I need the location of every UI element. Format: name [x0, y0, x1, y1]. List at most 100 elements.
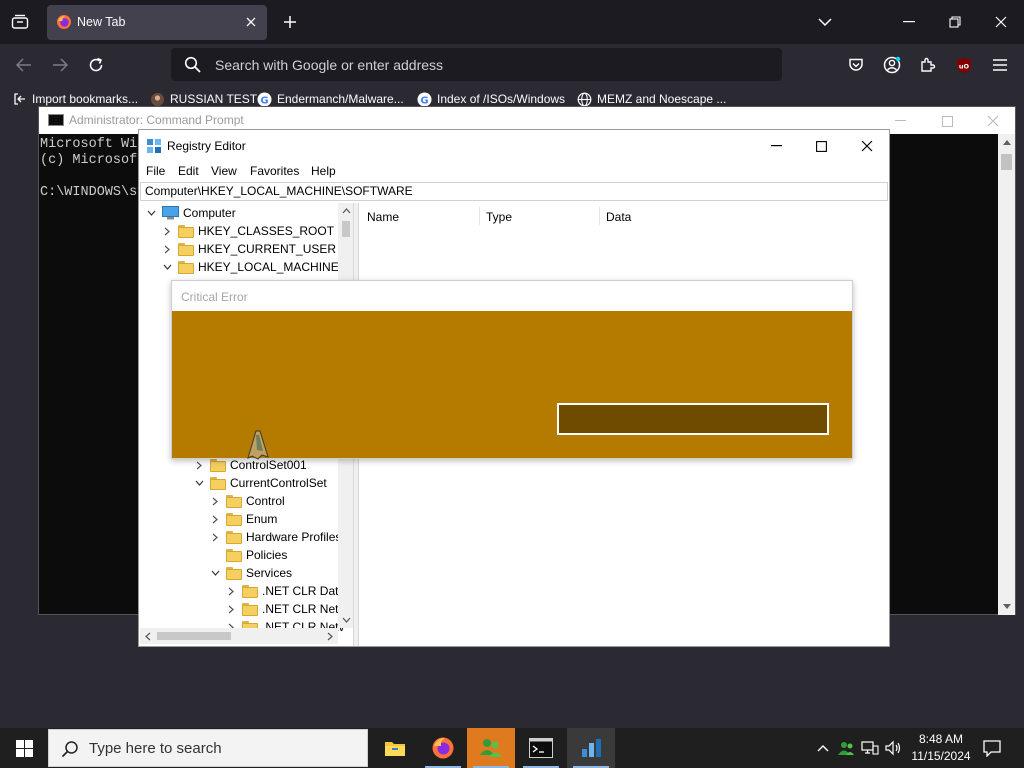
chevron-up-icon — [342, 208, 350, 214]
notifications-button[interactable] — [982, 738, 1002, 758]
taskbar-registry-editor[interactable] — [567, 728, 615, 768]
cmd-minimize-button[interactable] — [891, 112, 909, 130]
tree-item-services[interactable]: Services — [208, 564, 292, 582]
menu-file[interactable]: File — [146, 164, 165, 178]
chevron-down-icon[interactable] — [208, 566, 222, 580]
extensions-button[interactable] — [916, 53, 940, 77]
tree-item-enum[interactable]: Enum — [208, 510, 277, 528]
reload-button[interactable] — [84, 53, 108, 77]
network-button[interactable] — [860, 738, 880, 758]
menu-view[interactable]: View — [211, 164, 237, 178]
chevron-left-icon — [145, 632, 151, 640]
chevron-right-icon[interactable] — [160, 242, 174, 256]
tree-item-control[interactable]: Control — [208, 492, 285, 510]
scroll-right-button[interactable] — [322, 628, 338, 644]
scroll-up-button[interactable] — [998, 134, 1015, 151]
command-prompt-icon — [529, 738, 553, 758]
cmd-maximize-button[interactable] — [938, 112, 956, 130]
forward-button[interactable] — [48, 53, 72, 77]
start-button[interactable] — [0, 728, 48, 768]
account-button[interactable] — [880, 53, 904, 77]
tree-item-hkey-current-user[interactable]: HKEY_CURRENT_USER — [160, 240, 336, 258]
chevron-up-icon — [817, 744, 829, 751]
scroll-down-button[interactable] — [338, 612, 353, 628]
column-header-type[interactable]: Type — [486, 210, 512, 224]
regedit-maximize-button[interactable] — [810, 136, 832, 156]
menu-edit[interactable]: Edit — [178, 164, 199, 178]
taskbar-people[interactable] — [467, 728, 515, 768]
column-header-name[interactable]: Name — [367, 210, 399, 224]
scroll-left-button[interactable] — [140, 628, 156, 644]
tab-close-button[interactable] — [243, 14, 259, 30]
scroll-thumb[interactable] — [342, 221, 350, 237]
address-bar[interactable] — [171, 48, 782, 81]
file-explorer-icon — [385, 742, 405, 756]
column-divider[interactable] — [599, 207, 600, 225]
cmd-close-button[interactable] — [984, 112, 1002, 130]
browser-restore-button[interactable] — [943, 10, 967, 34]
tree-item-hkey-classes-root[interactable]: HKEY_CLASSES_ROOT — [160, 222, 334, 240]
back-button[interactable] — [12, 53, 36, 77]
chevron-right-icon[interactable] — [192, 458, 206, 472]
desktop-background — [0, 700, 1024, 728]
critical-error-button[interactable] — [557, 403, 829, 435]
cmd-scrollbar[interactable] — [998, 134, 1015, 615]
tree-item-computer[interactable]: Computer — [144, 204, 236, 222]
volume-button[interactable] — [883, 738, 903, 758]
browser-close-button[interactable] — [989, 10, 1013, 34]
chevron-right-icon[interactable] — [208, 494, 222, 508]
tab-list-button[interactable] — [8, 10, 32, 34]
scroll-thumb[interactable] — [157, 632, 231, 640]
taskbar-clock[interactable]: 8:48 AM 11/15/2024 — [903, 731, 979, 765]
browser-minimize-button[interactable] — [897, 10, 921, 34]
taskbar-command-prompt[interactable] — [517, 728, 565, 768]
tree-item-net-clr-networking[interactable]: .NET CLR Netv — [224, 600, 344, 618]
tray-people-button[interactable] — [836, 738, 856, 758]
chevron-right-icon[interactable] — [160, 224, 174, 238]
caret-up-icon — [1002, 140, 1011, 145]
chevron-right-icon[interactable] — [224, 584, 238, 598]
ublock-origin-icon: uO — [957, 57, 971, 73]
chevron-down-icon[interactable] — [192, 476, 206, 490]
folder-icon — [178, 242, 194, 256]
menu-help[interactable]: Help — [311, 164, 336, 178]
registry-editor-titlebar[interactable]: Registry Editor — [139, 130, 889, 161]
taskbar-firefox[interactable] — [419, 728, 467, 768]
chevron-right-icon[interactable] — [208, 530, 222, 544]
tree-item-currentcontrolset[interactable]: CurrentControlSet — [192, 474, 327, 492]
tree-horizontal-scrollbar[interactable] — [140, 628, 338, 644]
arrow-left-icon — [16, 58, 31, 72]
chevron-right-icon[interactable] — [208, 512, 222, 526]
chevron-down-icon[interactable] — [160, 260, 174, 274]
minimize-icon — [770, 145, 782, 147]
scroll-down-button[interactable] — [998, 598, 1015, 615]
column-header-data[interactable]: Data — [606, 210, 631, 224]
taskbar-file-explorer[interactable] — [371, 728, 419, 768]
chevron-down-icon[interactable] — [144, 206, 158, 220]
tree-item-net-clr-data[interactable]: .NET CLR Data — [224, 582, 345, 600]
tree-item-hardware-profiles[interactable]: Hardware Profiles — [208, 528, 341, 546]
svg-text:G: G — [420, 95, 428, 106]
critical-error-titlebar[interactable]: Critical Error — [172, 281, 852, 311]
menu-button[interactable] — [988, 53, 1012, 77]
chevron-right-icon[interactable] — [224, 602, 238, 616]
address-input[interactable] — [215, 48, 775, 81]
taskbar-search-box[interactable] — [48, 729, 368, 767]
tab-new-tab[interactable]: New Tab — [47, 5, 267, 40]
puzzle-piece-icon — [921, 57, 936, 72]
scroll-thumb[interactable] — [1001, 154, 1012, 170]
registry-address-bar[interactable]: Computer\HKEY_LOCAL_MACHINE\SOFTWARE — [140, 182, 888, 201]
scroll-up-button[interactable] — [338, 203, 353, 219]
list-all-tabs-button[interactable] — [814, 12, 836, 32]
tree-item-policies[interactable]: Policies — [208, 546, 287, 564]
pocket-button[interactable] — [844, 53, 868, 77]
column-divider[interactable] — [479, 207, 480, 225]
tree-item-hkey-local-machine[interactable]: HKEY_LOCAL_MACHINE — [160, 258, 339, 276]
show-hidden-icons-button[interactable] — [813, 738, 833, 758]
menu-favorites[interactable]: Favorites — [250, 164, 299, 178]
new-tab-button[interactable] — [279, 11, 301, 33]
ublock-origin-button[interactable]: uO — [952, 53, 976, 77]
taskbar-search-input[interactable] — [89, 730, 359, 766]
regedit-minimize-button[interactable] — [765, 136, 787, 156]
regedit-close-button[interactable] — [856, 136, 878, 156]
